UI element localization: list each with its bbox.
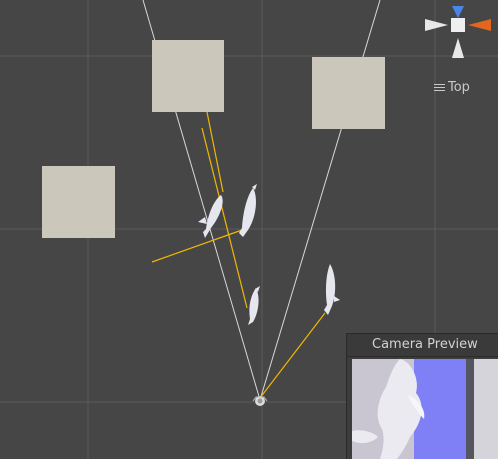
camera-preview-render	[352, 359, 498, 459]
camera-preview-image	[352, 359, 498, 459]
cube-top-left[interactable]	[152, 40, 224, 112]
fish-4[interactable]	[324, 264, 340, 315]
gizmo-cone-x-icon[interactable]	[468, 19, 491, 31]
cube-left[interactable]	[42, 166, 115, 238]
ray-lines	[151, 111, 326, 399]
camera-icon[interactable]	[252, 396, 268, 406]
gizmo-cone-down-icon[interactable]	[452, 38, 464, 58]
gizmo-cone-left-icon[interactable]	[425, 19, 448, 31]
gizmo-cone-y-icon[interactable]	[452, 6, 464, 18]
menu-icon	[434, 83, 445, 92]
gizmo-center-cube[interactable]	[451, 18, 465, 32]
cube-top-right[interactable]	[312, 57, 385, 129]
fish-3[interactable]	[248, 286, 260, 325]
scene-view[interactable]: Top Camera Preview	[0, 0, 498, 459]
view-mode-menu[interactable]: Top	[434, 80, 470, 95]
camera-preview-panel: Camera Preview	[346, 333, 498, 459]
view-orientation-label: Top	[448, 80, 470, 95]
camera-preview-title: Camera Preview	[347, 334, 498, 357]
